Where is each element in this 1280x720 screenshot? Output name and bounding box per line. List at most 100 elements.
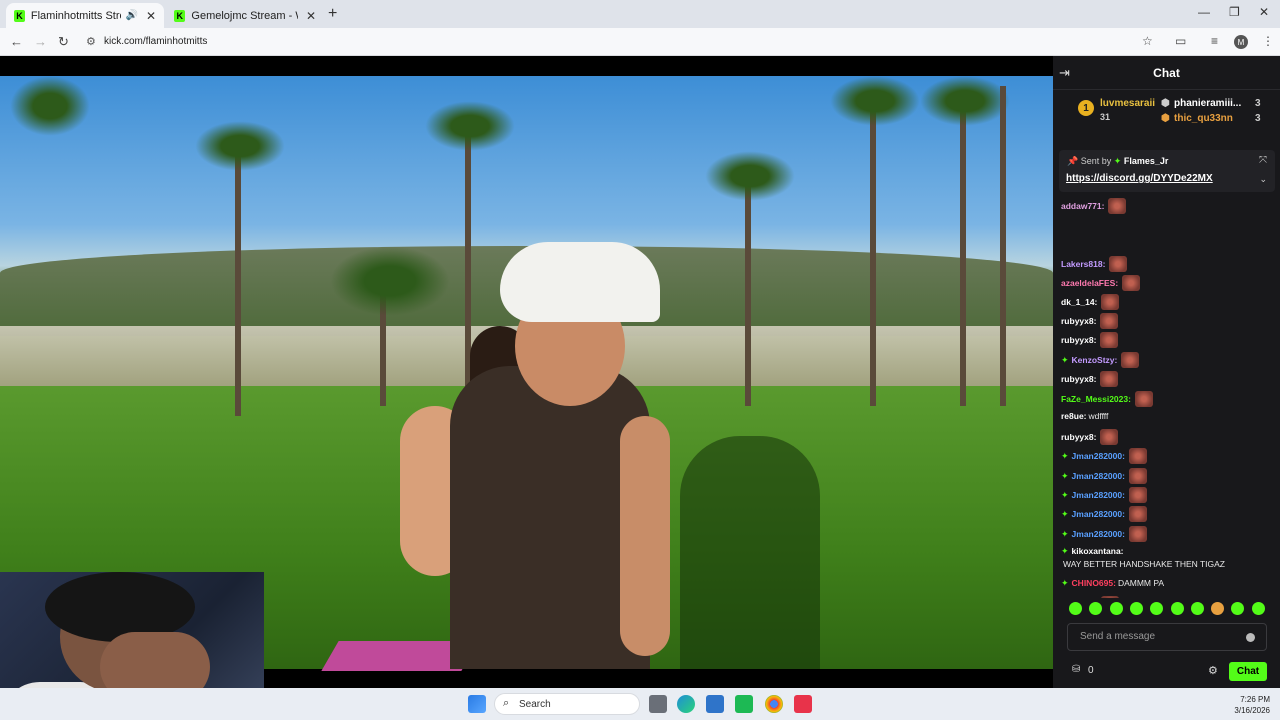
emote-icon xyxy=(1128,468,1147,484)
quick-emote-icon[interactable] xyxy=(1150,602,1164,615)
chat-username[interactable]: Jman282000: xyxy=(1072,470,1125,483)
chat-message: dk_1_14: xyxy=(1061,294,1273,310)
forward-icon[interactable]: → xyxy=(34,34,47,49)
emote-icon xyxy=(1134,391,1153,407)
clock-date: 3/16/2026 xyxy=(1234,706,1270,715)
leaderboard-user[interactable]: luvmesaraii xyxy=(1100,98,1155,109)
edge-icon[interactable] xyxy=(677,695,695,713)
emote-icon xyxy=(1101,294,1120,310)
send-chat-button[interactable]: Chat xyxy=(1229,662,1267,681)
emote-icon xyxy=(1121,352,1140,368)
chat-username[interactable]: rubyyx8: xyxy=(1061,431,1096,444)
kick-favicon-icon: K xyxy=(174,9,186,22)
chat-message: ✦ KenzoStzy: xyxy=(1061,352,1273,368)
chat-message: ✦ Jman282000: xyxy=(1061,526,1273,542)
close-window-icon[interactable]: ✕ xyxy=(1259,5,1269,19)
chevron-down-icon[interactable]: ⌄ xyxy=(1259,174,1267,185)
emoji-picker-icon[interactable] xyxy=(1246,633,1255,642)
quick-emote-icon[interactable] xyxy=(1170,602,1184,615)
chat-username[interactable]: FaZe_Messi2023: xyxy=(1061,393,1131,406)
close-tab-icon[interactable]: ✕ xyxy=(146,9,156,23)
chat-footer: ⛁ 0 ⚙ Chat xyxy=(1053,658,1280,682)
chrome-icon[interactable] xyxy=(765,695,783,713)
subscriber-badge-icon: ✦ xyxy=(1061,489,1069,500)
menu-kebab-icon[interactable]: ⋮ xyxy=(1262,34,1274,48)
chat-username[interactable]: re8ue: xyxy=(1061,410,1087,423)
emote-bar xyxy=(1053,602,1280,620)
tab-flaminhotmitts[interactable]: K Flaminhotmitts Stream - W 🔊 ✕ xyxy=(6,3,164,28)
app-icon[interactable] xyxy=(735,695,753,713)
leaderboard-count: 3 xyxy=(1255,98,1261,109)
store-icon[interactable] xyxy=(706,695,724,713)
chat-username[interactable]: rubyyx8: xyxy=(1061,334,1096,347)
leaderboard-user[interactable]: thic_qu33nn xyxy=(1174,113,1233,124)
chat-username[interactable]: KenzoStzy: xyxy=(1072,354,1118,367)
chat-username[interactable]: rubyyx8: xyxy=(1061,315,1096,328)
chat-username[interactable]: rubyyx8: xyxy=(1061,373,1096,386)
speaker-icon[interactable]: 🔊 xyxy=(125,10,137,21)
maximize-icon[interactable]: ❐ xyxy=(1229,5,1240,19)
pinned-link[interactable]: https://discord.gg/DYYDe22MX xyxy=(1066,173,1213,184)
music-icon[interactable] xyxy=(794,695,812,713)
system-clock[interactable]: 7:26 PM 3/16/2026 xyxy=(1234,694,1270,716)
chat-message: FaZe_Messi2023: xyxy=(1061,391,1273,407)
chat-message: G0rdwis: xyxy=(1061,596,1273,598)
chat-username[interactable]: Jman282000: xyxy=(1072,508,1125,521)
back-icon[interactable]: ← xyxy=(10,34,23,49)
new-tab-icon[interactable]: + xyxy=(328,5,337,23)
chat-username[interactable]: dk_1_14: xyxy=(1061,296,1097,309)
quick-emote-icon[interactable] xyxy=(1231,602,1245,615)
chat-message: Lakers818: xyxy=(1061,256,1273,272)
chat-settings-icon[interactable]: ⚙ xyxy=(1208,664,1218,677)
minimize-icon[interactable]: — xyxy=(1198,5,1210,19)
browser-nav-bar: ← → ↻ ⚙ kick.com/flaminhotmitts ☆ ▭ ≡ ⋮ xyxy=(0,28,1280,56)
quick-emote-icon[interactable] xyxy=(1211,602,1225,615)
close-tab-icon[interactable]: ✕ xyxy=(306,9,316,23)
reload-icon[interactable]: ↻ xyxy=(58,34,69,50)
chat-username[interactable]: G0rdwis: xyxy=(1061,598,1097,599)
chat-username[interactable]: Jman282000: xyxy=(1072,489,1125,502)
quick-emote-icon[interactable] xyxy=(1251,602,1265,615)
leaderboard-rank-badge: 1 xyxy=(1078,100,1094,116)
subscriber-badge-icon: ✦ xyxy=(1061,578,1069,588)
leaderboard-user[interactable]: phanieramiii... xyxy=(1174,98,1241,109)
chat-username[interactable]: Jman282000: xyxy=(1072,450,1125,463)
chat-username[interactable]: kikoxantana: xyxy=(1072,545,1124,558)
quick-emote-icon[interactable] xyxy=(1109,602,1123,615)
unpin-icon[interactable]: ⤧ xyxy=(1259,155,1267,166)
chat-message-text: WAY BETTER HANDSHAKE THEN TIGAZ xyxy=(1063,559,1225,569)
bookmark-star-icon[interactable]: ☆ xyxy=(1142,34,1153,48)
chat-username[interactable]: addaw771: xyxy=(1061,200,1104,213)
pinned-message[interactable]: 📌 Sent by ✦ Flames_Jr ⤧ ⌄ https://discor… xyxy=(1059,150,1275,192)
address-bar[interactable]: kick.com/flaminhotmitts xyxy=(104,36,207,47)
pinned-sender[interactable]: Flames_Jr xyxy=(1124,156,1169,166)
cast-icon[interactable]: ▭ xyxy=(1175,34,1186,48)
chat-username[interactable]: Jman282000: xyxy=(1072,528,1125,541)
chat-username[interactable]: Lakers818: xyxy=(1061,258,1105,271)
quick-emote-icon[interactable] xyxy=(1069,602,1082,615)
emote-icon xyxy=(1128,487,1147,503)
taskbar-search[interactable]: ⌕ Search xyxy=(494,693,640,715)
subscriber-badge-icon: ✦ xyxy=(1061,470,1069,481)
chat-message-input[interactable]: Send a message xyxy=(1067,623,1267,651)
kick-favicon-icon: K xyxy=(14,9,25,22)
chat-message: addaw771: xyxy=(1061,198,1273,214)
task-view-icon[interactable] xyxy=(649,695,667,713)
quick-emote-icon[interactable] xyxy=(1089,602,1103,615)
profile-avatar[interactable]: M xyxy=(1234,35,1248,49)
chat-message: rubyyx8: xyxy=(1061,371,1273,387)
site-info-icon[interactable]: ⚙ xyxy=(86,35,96,48)
chat-message: ✦ CHINO695: DAMMM PA xyxy=(1061,577,1273,590)
media-controls-icon[interactable]: ≡ xyxy=(1211,34,1218,48)
points-icon[interactable]: ⛁ xyxy=(1072,664,1080,675)
chat-username[interactable]: CHINO695: xyxy=(1072,577,1116,590)
start-menu-icon[interactable] xyxy=(468,695,486,713)
tab-gemelojmc[interactable]: K Gemelojmc Stream - Watch Liv ✕ xyxy=(166,3,324,28)
subscriber-badge-icon: ✦ xyxy=(1061,546,1069,556)
chat-message: ✦ Jman282000: xyxy=(1061,487,1273,503)
chat-username[interactable]: azaeldelaFES: xyxy=(1061,277,1118,290)
subscriber-badge-icon: ✦ xyxy=(1061,528,1069,539)
quick-emote-icon[interactable] xyxy=(1129,602,1143,615)
quick-emote-icon[interactable] xyxy=(1190,602,1204,615)
subscriber-badge-icon: ✦ xyxy=(1061,450,1069,461)
